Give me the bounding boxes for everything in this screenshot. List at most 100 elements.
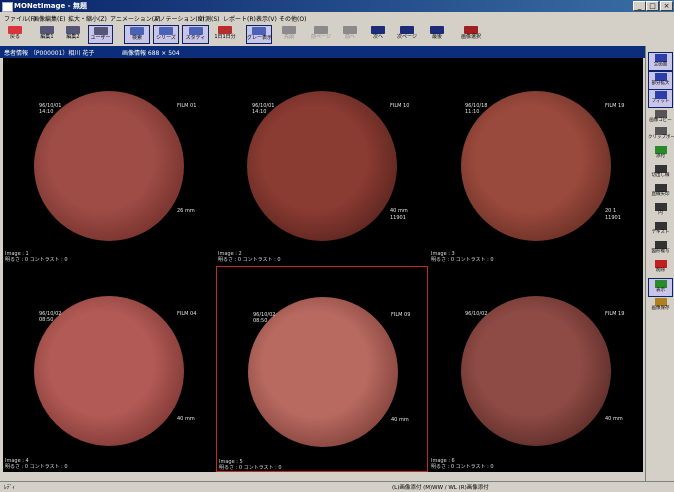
side-button-label: フィット <box>651 99 670 104</box>
side-button-label: 画像コピー <box>649 118 672 123</box>
toolbar-button[interactable]: 次へ <box>367 25 389 44</box>
side-button[interactable]: 削除 <box>648 259 673 278</box>
side-button[interactable]: 画像保存 <box>648 297 673 316</box>
menu-item[interactable]: アニメーション(A) <box>110 14 161 23</box>
image-time: 14:10 <box>39 109 54 115</box>
side-button-label: テキスト <box>651 230 670 235</box>
menu-item[interactable]: その他(O) <box>279 14 306 23</box>
toolbar-button-label: 最後 <box>431 34 442 40</box>
status-bar: ﾚﾃﾞｨ (L)画像添付 (M)WW / WL (R)画像添付 <box>0 481 674 492</box>
toolbar-button[interactable]: 1日1日分 <box>212 25 238 44</box>
next-page-icon <box>400 26 414 34</box>
image-cell[interactable]: 96/10/18 11:10 FILM 19 20 1 11901 Image : 3 明る… <box>429 58 643 265</box>
side-button-label: クリップボード <box>648 135 674 140</box>
side-button[interactable]: 部分拡大 <box>648 71 673 90</box>
attach-icon <box>654 146 667 154</box>
edit2-icon <box>66 26 80 34</box>
prev-icon <box>343 26 357 34</box>
toolbar-button[interactable]: 前へ <box>338 25 362 44</box>
minimize-button[interactable]: _ <box>633 1 646 11</box>
side-button[interactable]: 全画面 <box>648 52 673 71</box>
toolbar-button[interactable]: 先頭 <box>277 25 301 44</box>
image-meta: 40 mm <box>390 208 408 214</box>
menu-item[interactable]: レポート(R) <box>223 14 256 23</box>
toolbar-button[interactable]: スタディ <box>182 25 209 44</box>
text-icon <box>654 222 667 230</box>
toolbar-button[interactable]: ユーザー <box>88 25 113 44</box>
window-title: MONetImage - 無題 <box>14 2 88 10</box>
image-cell[interactable]: 96/10/01 14:10 FILM 01 26 mm Image : 1 明るさ : … <box>3 58 215 265</box>
circle-icon <box>654 203 667 211</box>
toolbar-button-label: グレー表示 <box>247 35 273 41</box>
image-info: 画像情報 688 × 504 <box>122 50 180 57</box>
side-button[interactable]: 表示 <box>648 278 673 297</box>
image-adjust: 明るさ : 0 コントラスト : 0 <box>431 257 494 263</box>
image-cell[interactable]: 96/10/01 14:10 FILM 10 40 mm 11901 Image : 2明… <box>216 58 428 265</box>
film-label: FILM 10 <box>390 103 410 109</box>
toolbar-button-label: ユーザー <box>90 35 111 41</box>
image-id: 11901 <box>605 215 621 221</box>
last-icon <box>430 26 444 34</box>
toolbar-button-label: スタディ <box>185 35 206 41</box>
toolbar-button[interactable]: 前ページ <box>308 25 334 44</box>
side-button-label: 図形複写 <box>651 249 670 254</box>
image-copy-icon <box>654 110 667 118</box>
toolbar-button[interactable]: 次ページ <box>393 25 421 44</box>
status-ready: ﾚﾃﾞｨ <box>4 485 16 491</box>
toolbar-button[interactable]: シリーズ <box>153 25 179 44</box>
menu-item[interactable]: 計測(S) <box>199 14 220 23</box>
toolbar-button[interactable]: 編集1 <box>36 25 58 44</box>
endoscopy-image <box>34 91 184 241</box>
side-button[interactable]: クリップボード <box>648 126 674 145</box>
patient-info: 患者情報 （P000001）相川 花子 <box>4 50 95 57</box>
image-cell[interactable]: 96/10/02 08:50 FILM 09 40 mm Image : 5 明るさ : … <box>216 266 428 472</box>
side-button[interactable]: 円 <box>648 202 673 221</box>
side-button-label: 添付 <box>656 154 665 159</box>
save-image-icon <box>654 298 667 306</box>
film-label: FILM 19 <box>605 103 625 109</box>
image-meta: 26 mm <box>177 208 195 214</box>
return-icon <box>8 26 22 34</box>
toolbar-button-label: 編集1 <box>40 34 54 40</box>
image-meta: 40 mm <box>391 417 409 423</box>
menu-item[interactable]: ファイル(F) <box>4 14 36 23</box>
gray-icon <box>252 27 266 35</box>
toolbar-button-label: 編集2 <box>66 34 80 40</box>
fullscreen-icon <box>654 54 667 62</box>
close-button[interactable]: × <box>660 1 673 11</box>
side-button[interactable]: テキスト <box>648 221 673 240</box>
image-adjust: 明るさ : 0 コントラスト : 0 <box>5 257 68 263</box>
side-button-label: 画像保存 <box>651 306 670 311</box>
toolbar-button-label: 前へ <box>344 34 355 40</box>
endoscopy-image <box>248 297 398 447</box>
series-icon <box>159 27 173 35</box>
image-time: 08:50 <box>39 317 54 323</box>
side-button[interactable]: 切出し線 <box>648 164 673 183</box>
menu-item[interactable]: 画像編集(E) <box>33 14 65 23</box>
menu-item[interactable]: 表示(V) <box>256 14 277 23</box>
image-time: 14:10 <box>252 109 267 115</box>
toolbar-button[interactable]: 編集2 <box>61 25 85 44</box>
toolbar-button[interactable]: グレー表示 <box>246 25 272 44</box>
side-button[interactable]: 図形複写 <box>648 240 673 259</box>
film-label: FILM 09 <box>391 312 411 318</box>
image-cell[interactable]: 96/10/02 FILM 19 40 mm Image : 6 明るさ : 0 コント… <box>429 266 643 472</box>
side-button[interactable]: 添付 <box>648 145 673 164</box>
maximize-button[interactable]: □ <box>646 1 659 11</box>
menu-item[interactable]: アノテーション(N) <box>154 14 205 23</box>
toolbar-button[interactable]: 戻る <box>3 25 27 44</box>
side-button[interactable]: フィット <box>648 89 673 108</box>
image-id: 11901 <box>390 215 406 221</box>
endoscopy-image <box>461 91 611 241</box>
clipboard-icon <box>654 127 667 135</box>
image-cell[interactable]: 96/10/02 08:50 FILM 04 40 mm Image : 4 明るさ : … <box>3 266 215 472</box>
toolbar-button[interactable]: 最後 <box>425 25 449 44</box>
side-button[interactable]: 直線矢印 <box>648 183 673 202</box>
toolbar-button-label: 先頭 <box>283 34 294 40</box>
toolbar-button[interactable]: 画像選択 <box>456 25 486 44</box>
menu-item[interactable]: 拡大・縮小(Z) <box>68 14 107 23</box>
toolbar-button[interactable]: 検索 <box>124 25 150 44</box>
side-button-label: 切出し線 <box>651 173 670 178</box>
toolbar-button-label: 次ページ <box>397 34 417 40</box>
prev-page-icon <box>314 26 328 34</box>
